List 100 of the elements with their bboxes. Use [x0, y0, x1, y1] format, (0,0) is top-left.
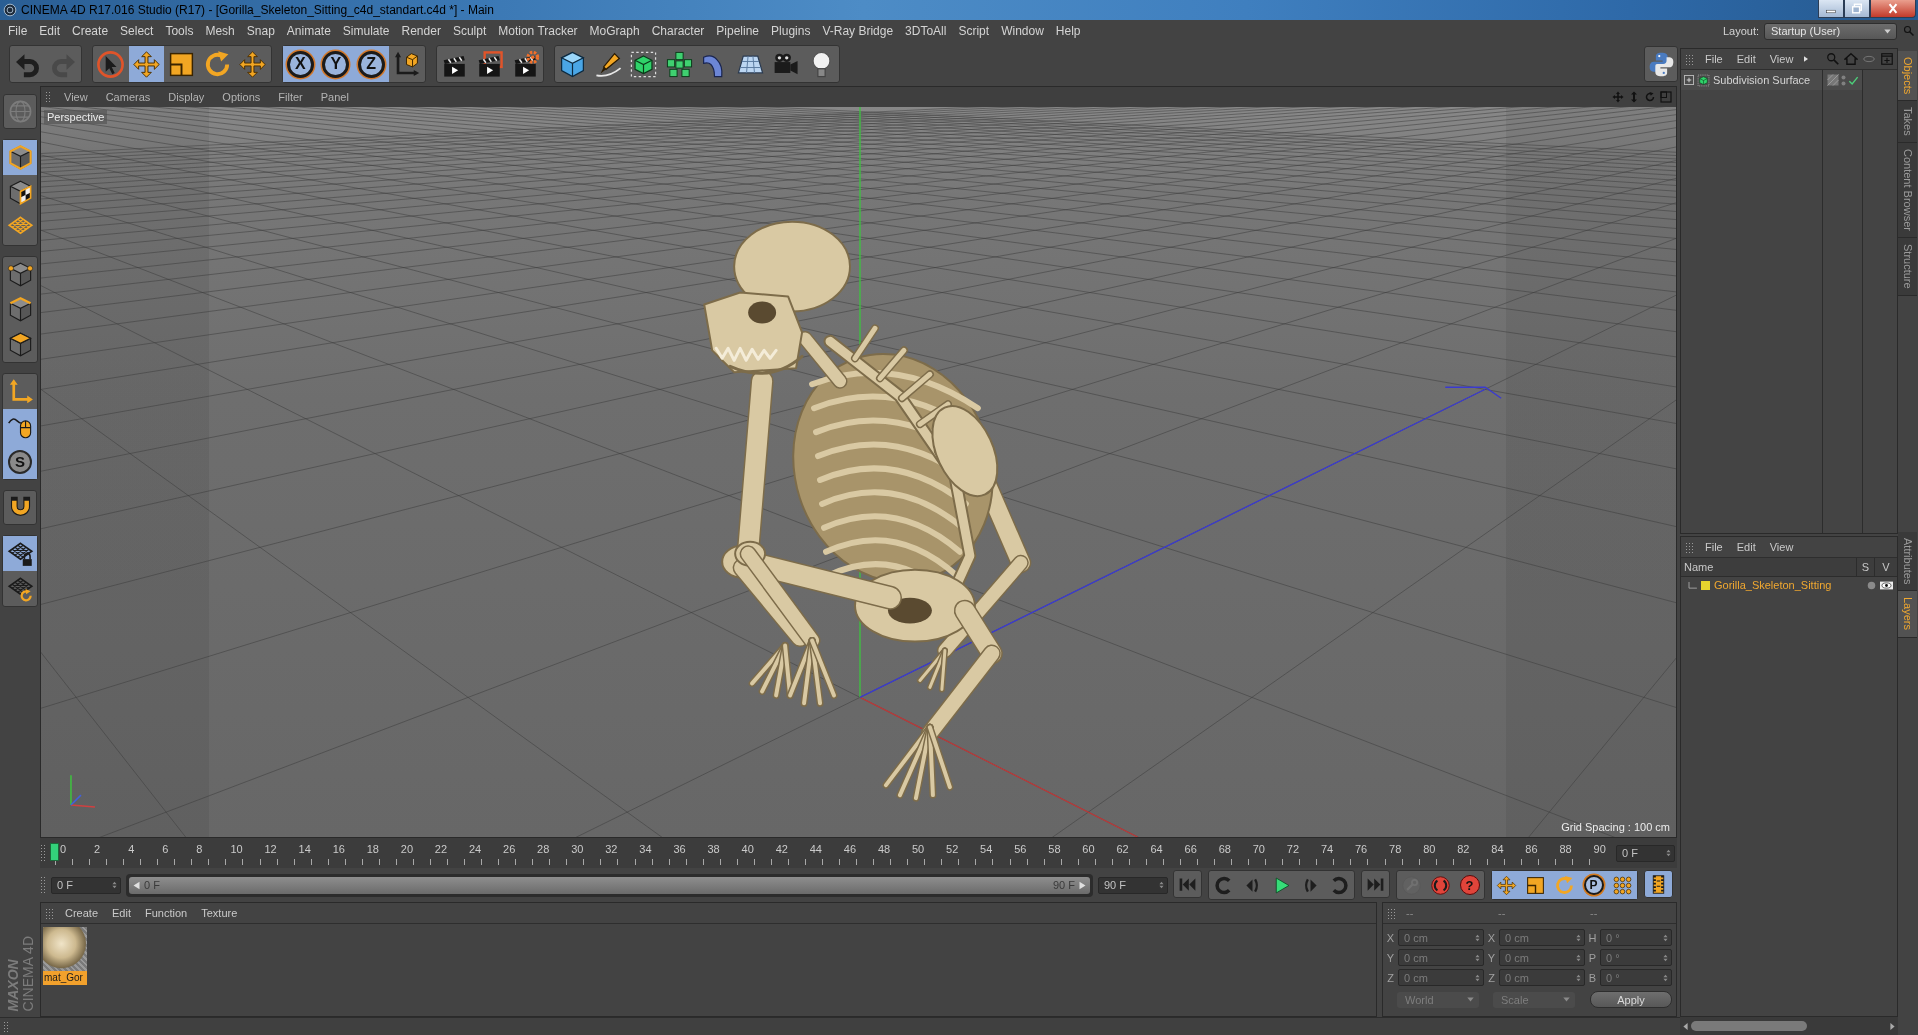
frame-number: 64	[1149, 842, 1164, 857]
menu-item[interactable]: Select	[114, 24, 160, 38]
menu-item[interactable]: Window	[995, 24, 1050, 38]
menu-item[interactable]: File	[2, 24, 34, 38]
layer-color-swatch[interactable]	[1701, 580, 1710, 590]
frame-number: 48	[876, 842, 892, 857]
column-header: --	[1405, 907, 1415, 919]
menu-item[interactable]: Edit	[105, 907, 138, 919]
frame-number: 68	[1217, 842, 1232, 857]
spinner-arrows-icon	[1475, 933, 1480, 942]
grid-spacing-label: Grid Spacing : 100 cm	[1561, 821, 1670, 833]
menu-item[interactable]: File	[1698, 53, 1730, 65]
menu-item[interactable]: Plugins	[765, 24, 817, 38]
key-move-button[interactable]	[1492, 871, 1521, 899]
side-tab[interactable]: Structure	[1898, 238, 1917, 296]
menu-item[interactable]: View	[1762, 53, 1801, 65]
scrollbar-thumb[interactable]	[1691, 1021, 1807, 1031]
playhead-marker[interactable]	[50, 843, 59, 861]
menu-item[interactable]: Simulate	[336, 24, 396, 38]
menu-item[interactable]: Create	[66, 24, 115, 38]
python-logo-icon	[1647, 50, 1675, 78]
menu-item[interactable]: Edit	[33, 24, 67, 38]
workplane-lock-button[interactable]	[3, 536, 37, 571]
close-button[interactable]	[1870, 0, 1916, 18]
axis-gizmo-icon	[70, 774, 96, 808]
menu-item[interactable]: Script	[952, 24, 996, 38]
menu-item[interactable]: Panel	[311, 91, 358, 103]
close-icon	[1887, 3, 1899, 14]
menu-item[interactable]: Filter	[269, 91, 312, 103]
cube-points-icon	[6, 261, 34, 288]
tweak-button[interactable]	[3, 409, 37, 444]
timeline-window-button[interactable]	[1644, 870, 1673, 898]
frame-number: 72	[1285, 842, 1301, 857]
side-tab[interactable]: Layers	[1898, 591, 1917, 638]
scroll-left-icon	[1682, 1021, 1689, 1031]
key-points-button[interactable]	[1608, 871, 1637, 899]
frame-number: 22	[433, 842, 449, 857]
menu-item[interactable]: Cameras	[96, 91, 160, 103]
column-header[interactable]: V	[1875, 557, 1897, 577]
menu-item[interactable]: Options	[213, 91, 270, 103]
current-frame-field[interactable]: 0 F	[1616, 844, 1675, 862]
layer-name[interactable]: Gorilla_Skeleton_Sitting	[1714, 579, 1832, 591]
cube-cluster-icon	[664, 49, 694, 79]
menu-item[interactable]: Create	[58, 907, 106, 919]
horizontal-scrollbar[interactable]	[1680, 1017, 1898, 1035]
python-button[interactable]	[1644, 46, 1678, 82]
menu-item[interactable]: Edit	[1729, 53, 1763, 65]
column-header[interactable]: S	[1857, 557, 1875, 577]
axis-lock-button[interactable]: X	[282, 46, 318, 82]
frame-number: 24	[467, 842, 483, 857]
frame-number: 18	[365, 842, 380, 857]
menu-item[interactable]: View	[1762, 541, 1801, 553]
side-tab[interactable]: Objects	[1898, 51, 1917, 102]
menu-item[interactable]: MoGraph	[583, 24, 646, 38]
start-frame-field[interactable]: 0 F	[51, 876, 121, 894]
frame-number: 4	[127, 842, 136, 857]
column-header[interactable]: Name	[1681, 557, 1857, 577]
window-title: CINEMA 4D R17.016 Studio (R17) - [Gorilla_Skeleton_Sitting_c4d_standart.c4d *] - Main	[21, 3, 494, 17]
timeline-ruler[interactable]: 0 2 4 6 8 10 12 14 16 18 20 22 24 26 28 30 32 34 36 38 40 42 44 46 48 50 52 54 56 58 60 62 64 66 68 70 72 74 76 78 80 82 84 86 88 90	[50, 838, 1613, 868]
end-frame-field[interactable]: 90 F	[1098, 876, 1168, 894]
menu-item[interactable]: Snap	[240, 24, 281, 38]
side-tab[interactable]: Takes	[1898, 101, 1917, 144]
side-tab[interactable]: Attributes	[1898, 532, 1917, 592]
menu-item[interactable]: Render	[395, 24, 447, 38]
axis-lock-button[interactable]: Z	[353, 46, 389, 82]
menu-item[interactable]: Edit	[1729, 541, 1763, 553]
menu-item[interactable]: Pipeline	[710, 24, 766, 38]
material-preview[interactable]	[43, 927, 87, 971]
menu-item[interactable]: View	[55, 91, 97, 103]
menu-item[interactable]: Tools	[159, 24, 200, 38]
menu-item[interactable]: Texture	[194, 907, 245, 919]
menu-item[interactable]: Motion Tracker	[492, 24, 584, 38]
key-param-button[interactable]: P	[1579, 871, 1608, 899]
menu-item[interactable]: Sculpt	[446, 24, 493, 38]
menu-item[interactable]: Function	[138, 907, 195, 919]
frame-number: 46	[842, 842, 858, 857]
material-name[interactable]: mat_Gor	[43, 971, 87, 985]
menu-item[interactable]: Character	[645, 24, 711, 38]
cursor-ring-icon	[96, 49, 126, 79]
model-button[interactable]	[3, 140, 37, 175]
minimize-button[interactable]	[1818, 0, 1844, 18]
go-start-button[interactable]	[1173, 870, 1202, 898]
go-end-button[interactable]	[1361, 870, 1390, 898]
frame-number: 56	[1013, 842, 1028, 857]
solo-button[interactable]: S	[3, 444, 37, 479]
menu-item[interactable]: Animate	[280, 24, 337, 38]
menu-item[interactable]: V-Ray Bridge	[816, 24, 900, 38]
move-button[interactable]	[128, 46, 164, 82]
snap-button[interactable]	[3, 490, 37, 525]
menu-item[interactable]: 3DToAll	[899, 24, 953, 38]
menu-item[interactable]: Mesh	[199, 24, 241, 38]
side-tab[interactable]: Content Browser	[1898, 143, 1917, 238]
product-wordmark: CINEMA 4D	[20, 935, 35, 1011]
layout-dropdown[interactable]: Startup (User)	[1764, 22, 1897, 40]
menu-item[interactable]: Help	[1049, 24, 1087, 38]
apply-button[interactable]: Apply	[1590, 991, 1672, 1008]
menu-item[interactable]: Display	[159, 91, 214, 103]
axis-lock-button[interactable]: Y	[318, 46, 354, 82]
menu-item[interactable]: File	[1698, 541, 1730, 553]
restore-button[interactable]	[1844, 0, 1870, 18]
